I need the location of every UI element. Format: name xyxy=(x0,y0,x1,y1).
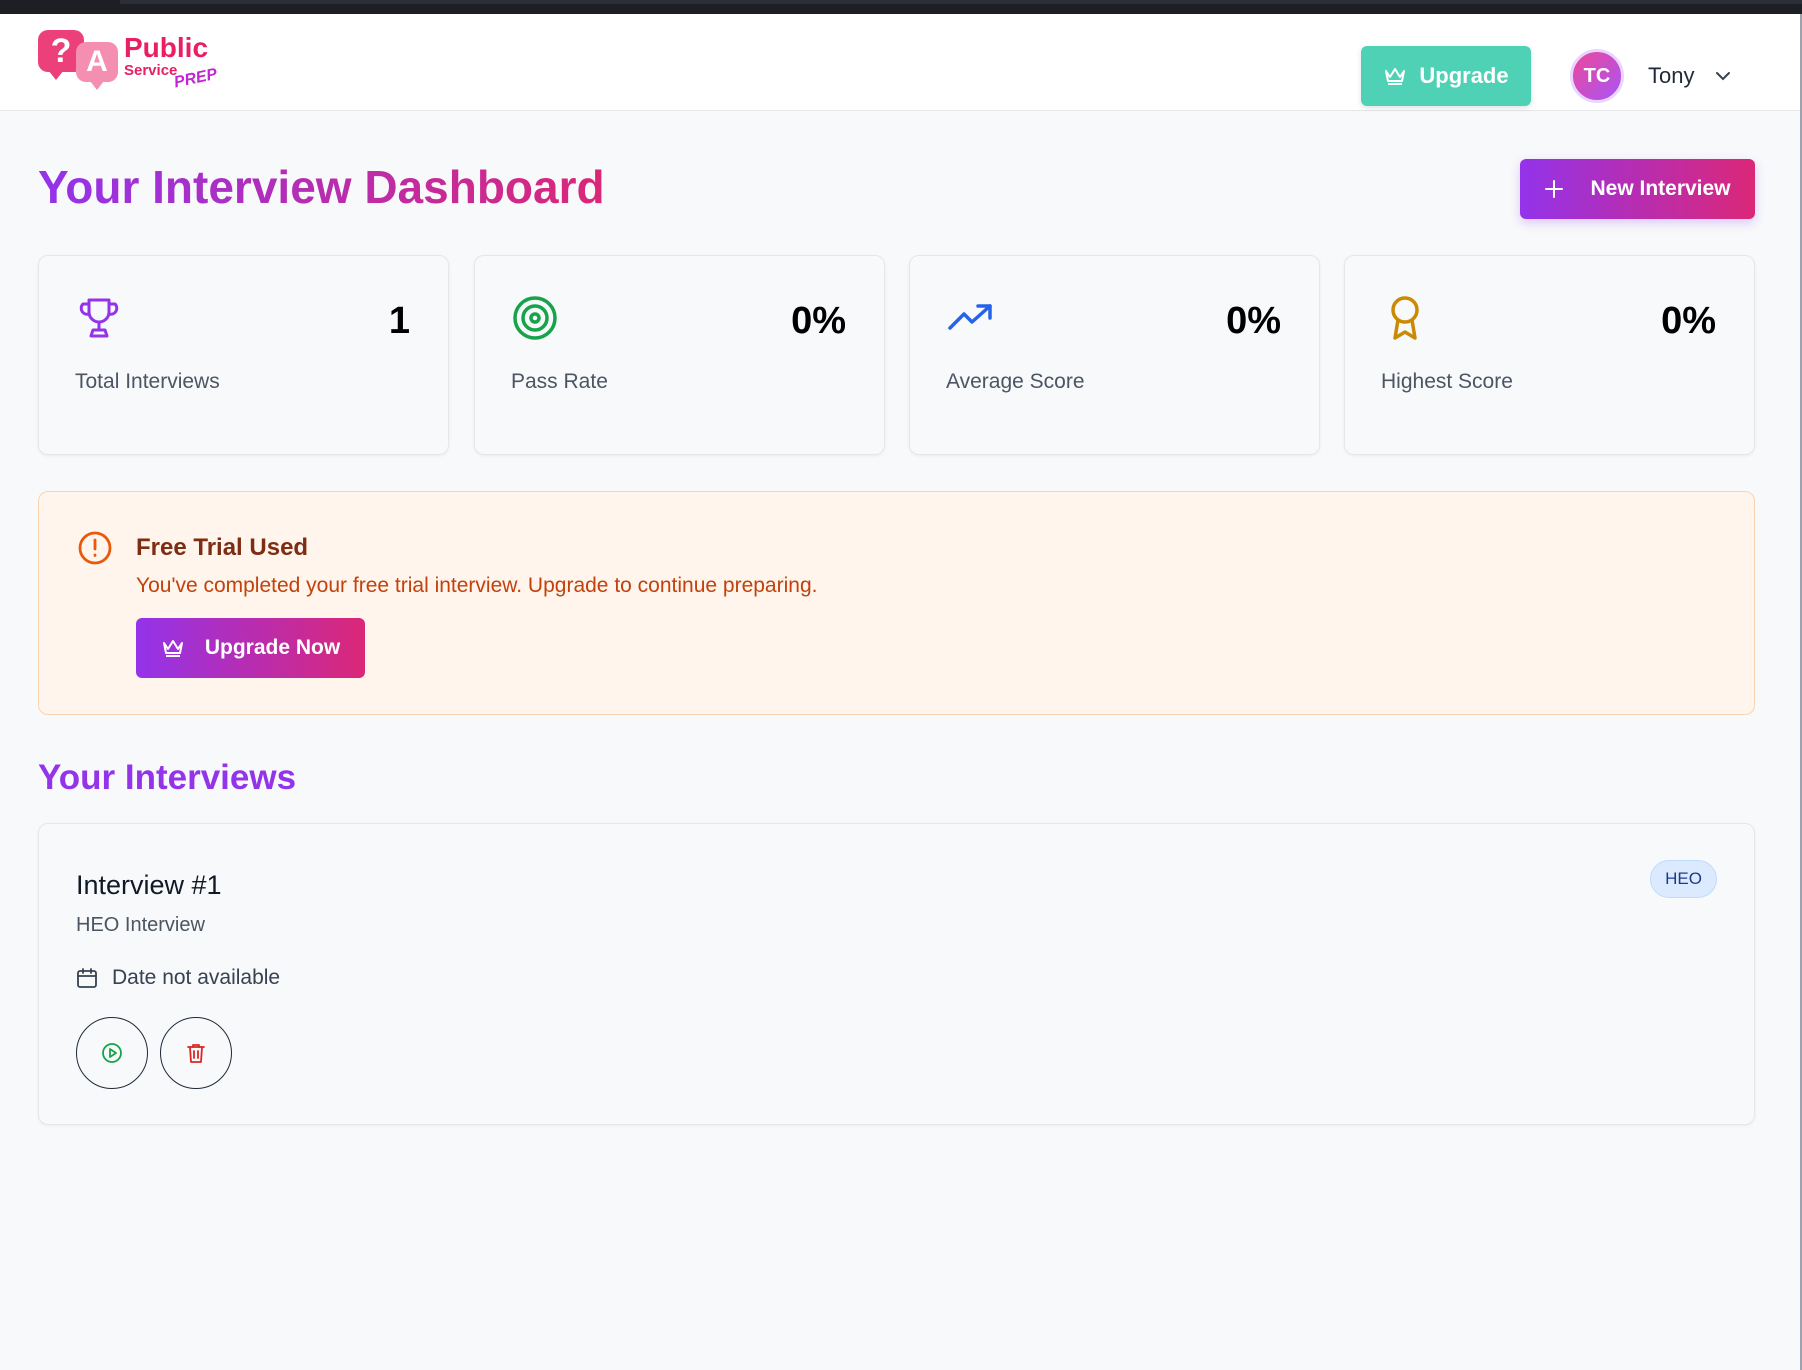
user-menu[interactable]: TC Tony xyxy=(1570,48,1732,104)
browser-top-strip xyxy=(0,0,1802,14)
user-name: Tony xyxy=(1648,63,1695,88)
play-circle-icon xyxy=(102,1043,122,1063)
top-navbar: ? A Public Service PREP Upgrade TC Tony xyxy=(0,14,1800,111)
header-upgrade-button[interactable]: Upgrade xyxy=(1361,46,1531,106)
delete-interview-button[interactable] xyxy=(160,1017,232,1089)
stat-card-highest-score: 0% Highest Score xyxy=(1344,255,1755,455)
avatar-initials: TC xyxy=(1583,64,1611,87)
upgrade-now-label: Upgrade Now xyxy=(204,636,341,659)
interview-card[interactable]: Interview #1 HEO Interview Date not avai… xyxy=(38,823,1755,1125)
target-icon xyxy=(513,296,557,340)
interview-date-text: Date not available xyxy=(112,966,281,989)
stat-value: 1 xyxy=(388,300,410,342)
interview-title: Interview #1 xyxy=(76,870,222,900)
stat-card-average-score: 0% Average Score xyxy=(909,255,1320,455)
alert-title: Free Trial Used xyxy=(136,534,309,561)
award-icon xyxy=(1391,296,1419,340)
stat-label: Highest Score xyxy=(1381,370,1513,393)
chevron-down-icon[interactable] xyxy=(1714,70,1732,82)
trophy-icon xyxy=(79,298,119,338)
upgrade-now-button[interactable]: Upgrade Now xyxy=(136,618,365,678)
stat-label: Average Score xyxy=(946,370,1085,393)
public-service-prep-logo[interactable]: ? A Public Service PREP xyxy=(38,30,219,92)
header-upgrade-label: Upgrade xyxy=(1419,63,1509,88)
stat-value: 0% xyxy=(1226,300,1281,342)
page-title: Your Interview Dashboard xyxy=(38,161,605,213)
trash-icon xyxy=(187,1044,205,1063)
avatar[interactable]: TC xyxy=(1570,49,1624,103)
alert-message: You've completed your free trial intervi… xyxy=(136,574,818,597)
logo-answer-bubble: A xyxy=(76,42,118,90)
stat-card-pass-rate: 0% Pass Rate xyxy=(474,255,885,455)
interview-subtitle: HEO Interview xyxy=(76,914,205,936)
free-trial-alert: Free Trial Used You've completed your fr… xyxy=(38,491,1755,715)
crown-icon xyxy=(1385,68,1406,85)
calendar-icon xyxy=(77,968,97,988)
logo-word-prep: PREP xyxy=(172,65,219,92)
new-interview-label: New Interview xyxy=(1590,177,1731,200)
interview-date: Date not available xyxy=(76,966,280,990)
stat-label: Pass Rate xyxy=(511,370,608,393)
resume-interview-button[interactable] xyxy=(76,1017,148,1089)
interview-type-badge: HEO xyxy=(1650,860,1717,898)
stat-value: 0% xyxy=(1661,300,1716,342)
plus-icon xyxy=(1545,180,1564,198)
logo-word-public: Public xyxy=(124,32,209,63)
stat-value: 0% xyxy=(791,300,846,342)
alert-circle-icon xyxy=(78,531,112,565)
stat-card-total-interviews: 1 Total Interviews xyxy=(38,255,449,455)
trending-up-icon xyxy=(948,304,992,330)
section-title-interviews: Your Interviews xyxy=(38,758,297,797)
logo-word-service: Service xyxy=(124,62,178,79)
stat-label: Total Interviews xyxy=(75,370,220,393)
new-interview-button[interactable]: New Interview xyxy=(1520,159,1755,219)
crown-icon xyxy=(162,640,183,657)
